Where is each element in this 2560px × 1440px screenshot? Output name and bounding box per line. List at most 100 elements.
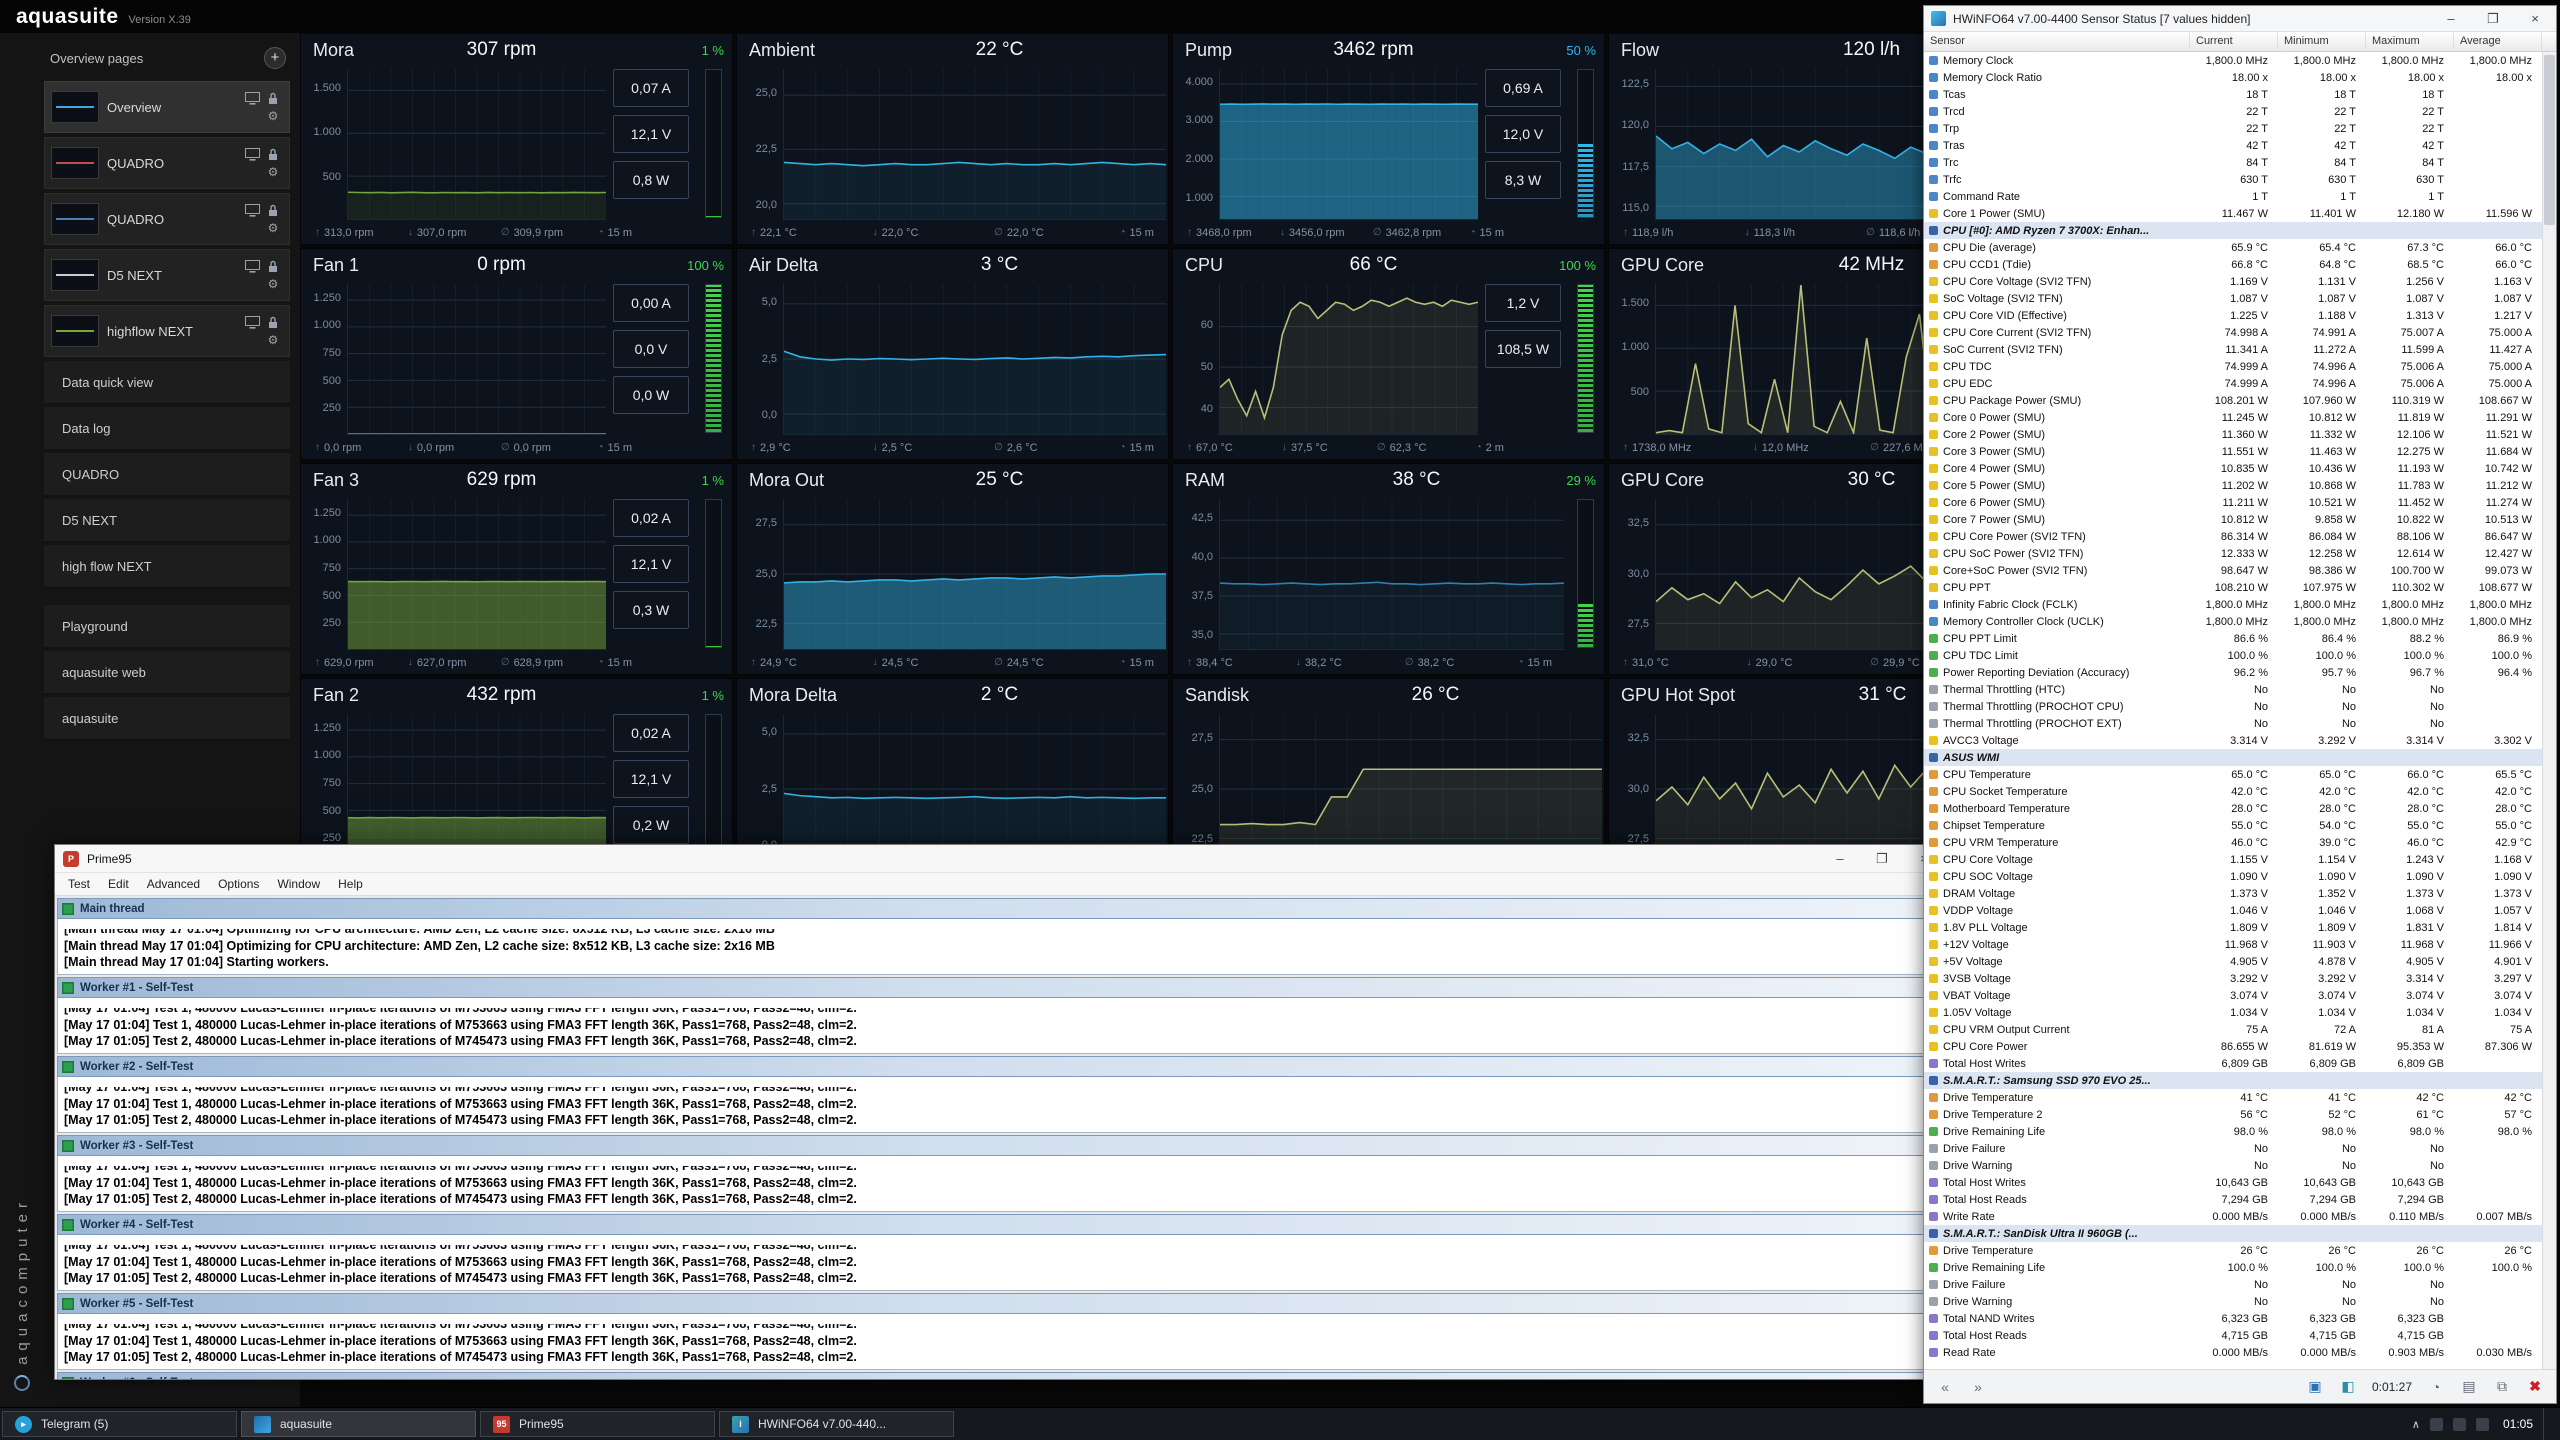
sensor-row-read-rate[interactable]: Read Rate0.000 MB/s0.000 MB/s0.903 MB/s0…: [1924, 1344, 2542, 1361]
sensor-row-drive-remaining-life[interactable]: Drive Remaining Life98.0 %98.0 %98.0 %98…: [1924, 1123, 2542, 1140]
taskbar-item-telegram-5[interactable]: ▸Telegram (5): [2, 1411, 237, 1437]
sensor-row-cpu-tdc-limit[interactable]: CPU TDC Limit100.0 %100.0 %100.0 %100.0 …: [1924, 647, 2542, 664]
sensor-row-drive-temperature[interactable]: Drive Temperature26 °C26 °C26 °C26 °C: [1924, 1242, 2542, 1259]
sensor-row-drive-warning[interactable]: Drive WarningNoNoNo: [1924, 1157, 2542, 1174]
sensor-row-cpu-core-voltage-svi2-tfn[interactable]: CPU Core Voltage (SVI2 TFN)1.169 V1.131 …: [1924, 273, 2542, 290]
maximize-button[interactable]: ❐: [2472, 6, 2514, 31]
maximize-button[interactable]: ❐: [1861, 845, 1903, 872]
sidebar-item-quadro[interactable]: QUADRO: [44, 453, 290, 497]
sensor-row-drive-remaining-life[interactable]: Drive Remaining Life100.0 %100.0 %100.0 …: [1924, 1259, 2542, 1276]
gear-icon[interactable]: ⚙: [265, 165, 281, 179]
prime95-titlebar[interactable]: P Prime95 – ❐ ×: [55, 845, 1945, 873]
sensor-row-trcd[interactable]: Trcd22 T22 T22 T: [1924, 103, 2542, 120]
sensor-row-drive-temperature[interactable]: Drive Temperature41 °C41 °C42 °C42 °C: [1924, 1089, 2542, 1106]
sensor-row-core-7-power-smu[interactable]: Core 7 Power (SMU)10.812 W9.858 W10.822 …: [1924, 511, 2542, 528]
sensor-row-thermal-throttling-prochot-cpu[interactable]: Thermal Throttling (PROCHOT CPU)NoNoNo: [1924, 698, 2542, 715]
prime95-child-titlebar[interactable]: Main thread: [57, 898, 1926, 919]
sensor-row-memory-clock[interactable]: Memory Clock1,800.0 MHz1,800.0 MHz1,800.…: [1924, 52, 2542, 69]
sensor-row-cpu-ppt-limit[interactable]: CPU PPT Limit86.6 %86.4 %88.2 %86.9 %: [1924, 630, 2542, 647]
sensor-row-core-4-power-smu[interactable]: Core 4 Power (SMU)10.835 W10.436 W11.193…: [1924, 460, 2542, 477]
gear-icon[interactable]: ⚙: [265, 277, 281, 291]
tray-chevron-icon[interactable]: ∧: [2412, 1418, 2420, 1431]
column-header-sensor[interactable]: Sensor: [1924, 32, 2190, 51]
menu-advanced[interactable]: Advanced: [138, 877, 209, 891]
sensor-row-tcas[interactable]: Tcas18 T18 T18 T: [1924, 86, 2542, 103]
sidebar-page-quadro[interactable]: QUADRO⚙: [44, 193, 290, 245]
sidebar-item-d5-next[interactable]: D5 NEXT: [44, 499, 290, 543]
sensor-row-core-0-power-smu[interactable]: Core 0 Power (SMU)11.245 W10.812 W11.819…: [1924, 409, 2542, 426]
sensor-row-total-nand-writes[interactable]: Total NAND Writes6,323 GB6,323 GB6,323 G…: [1924, 1310, 2542, 1327]
sensor-row-cpu-edc[interactable]: CPU EDC74.999 A74.996 A75.006 A75.000 A: [1924, 375, 2542, 392]
sensor-row-drive-warning[interactable]: Drive WarningNoNoNo: [1924, 1293, 2542, 1310]
sensor-row-core-2-power-smu[interactable]: Core 2 Power (SMU)11.360 W11.332 W12.106…: [1924, 426, 2542, 443]
prime95-child-titlebar[interactable]: Worker #4 - Self-Test: [57, 1214, 1926, 1235]
sensor-row-core-1-power-smu[interactable]: Core 1 Power (SMU)11.467 W11.401 W12.180…: [1924, 205, 2542, 222]
sensor-row-core-5-power-smu[interactable]: Core 5 Power (SMU)11.202 W10.868 W11.783…: [1924, 477, 2542, 494]
tray-icon[interactable]: [2476, 1418, 2489, 1431]
sensor-row-cpu-ccd1-tdie[interactable]: CPU CCD1 (Tdie)66.8 °C64.8 °C68.5 °C66.0…: [1924, 256, 2542, 273]
monitor-icon[interactable]: [244, 148, 260, 162]
hwinfo-scrollbar[interactable]: [2542, 52, 2556, 1369]
sensor-row-memory-clock-ratio[interactable]: Memory Clock Ratio18.00 x18.00 x18.00 x1…: [1924, 69, 2542, 86]
sidebar-item-data-quick-view[interactable]: Data quick view: [44, 361, 290, 405]
sensor-row-drive-failure[interactable]: Drive FailureNoNoNo: [1924, 1276, 2542, 1293]
sensor-row-cpu-die-average[interactable]: CPU Die (average)65.9 °C65.4 °C67.3 °C66…: [1924, 239, 2542, 256]
sensor-row-motherboard-temperature[interactable]: Motherboard Temperature28.0 °C28.0 °C28.…: [1924, 800, 2542, 817]
sensor-section-cpu-0-amd-ryzen-7-3700x-enhan[interactable]: CPU [#0]: AMD Ryzen 7 3700X: Enhan...: [1924, 222, 2542, 239]
sensor-row-cpu-core-current-svi2-tfn[interactable]: CPU Core Current (SVI2 TFN)74.998 A74.99…: [1924, 324, 2542, 341]
gear-icon[interactable]: ⚙: [265, 333, 281, 347]
menu-help[interactable]: Help: [329, 877, 372, 891]
prime95-child-titlebar[interactable]: Worker #2 - Self-Test: [57, 1056, 1926, 1077]
clock-icon[interactable]: ◔: [2423, 1374, 2449, 1400]
column-header-minimum[interactable]: Minimum: [2278, 32, 2366, 51]
close-sensors-icon[interactable]: ✖: [2522, 1374, 2548, 1400]
prime95-child-titlebar[interactable]: Worker #6 - Self-Test: [57, 1372, 1926, 1379]
sensor-row-cpu-core-voltage[interactable]: CPU Core Voltage1.155 V1.154 V1.243 V1.1…: [1924, 851, 2542, 868]
sensor-row-command-rate[interactable]: Command Rate1 T1 T1 T: [1924, 188, 2542, 205]
sidebar-page-d5-next[interactable]: D5 NEXT⚙: [44, 249, 290, 301]
monitor-icon[interactable]: [244, 316, 260, 330]
sensor-row-trc[interactable]: Trc84 T84 T84 T: [1924, 154, 2542, 171]
tray-icon[interactable]: [2430, 1418, 2443, 1431]
sidebar-page-quadro[interactable]: QUADRO⚙: [44, 137, 290, 189]
sidebar-item-aquasuite-web[interactable]: aquasuite web: [44, 651, 290, 695]
lock-icon[interactable]: [265, 148, 281, 162]
sensor-row-12v-voltage[interactable]: +12V Voltage11.968 V11.903 V11.968 V11.9…: [1924, 936, 2542, 953]
sensor-section-asus-wmi[interactable]: ASUS WMI: [1924, 749, 2542, 766]
monitor-icon[interactable]: ▣: [2302, 1374, 2328, 1400]
sensor-row-cpu-soc-voltage[interactable]: CPU SOC Voltage1.090 V1.090 V1.090 V1.09…: [1924, 868, 2542, 885]
column-header-average[interactable]: Average: [2454, 32, 2542, 51]
prime95-child-titlebar[interactable]: Worker #1 - Self-Test: [57, 977, 1926, 998]
sensor-row-cpu-package-power-smu[interactable]: CPU Package Power (SMU)108.201 W107.960 …: [1924, 392, 2542, 409]
tray-icon[interactable]: [2453, 1418, 2466, 1431]
sensor-row-cpu-ppt[interactable]: CPU PPT108.210 W107.975 W110.302 W108.67…: [1924, 579, 2542, 596]
sensor-row-thermal-throttling-htc[interactable]: Thermal Throttling (HTC)NoNoNo: [1924, 681, 2542, 698]
sensor-row-memory-controller-clock-uclk[interactable]: Memory Controller Clock (UCLK)1,800.0 MH…: [1924, 613, 2542, 630]
sensor-row-cpu-vrm-temperature[interactable]: CPU VRM Temperature46.0 °C39.0 °C46.0 °C…: [1924, 834, 2542, 851]
sensor-row-1-05v-voltage[interactable]: 1.05V Voltage1.034 V1.034 V1.034 V1.034 …: [1924, 1004, 2542, 1021]
sensor-row-core-soc-power-svi2-tfn[interactable]: Core+SoC Power (SVI2 TFN)98.647 W98.386 …: [1924, 562, 2542, 579]
sidebar-item-aquasuite[interactable]: aquasuite: [44, 697, 290, 741]
sensor-row-write-rate[interactable]: Write Rate0.000 MB/s0.000 MB/s0.110 MB/s…: [1924, 1208, 2542, 1225]
sensor-row-cpu-temperature[interactable]: CPU Temperature65.0 °C65.0 °C66.0 °C65.5…: [1924, 766, 2542, 783]
sensor-row-cpu-vrm-output-current[interactable]: CPU VRM Output Current75 A72 A81 A75 A: [1924, 1021, 2542, 1038]
sensor-row-1-8v-pll-voltage[interactable]: 1.8V PLL Voltage1.809 V1.809 V1.831 V1.8…: [1924, 919, 2542, 936]
minimize-button[interactable]: –: [1819, 845, 1861, 872]
sensor-row-core-6-power-smu[interactable]: Core 6 Power (SMU)11.211 W10.521 W11.452…: [1924, 494, 2542, 511]
menu-window[interactable]: Window: [268, 877, 329, 891]
column-header-maximum[interactable]: Maximum: [2366, 32, 2454, 51]
gradient-icon[interactable]: ◧: [2335, 1374, 2361, 1400]
menu-test[interactable]: Test: [59, 877, 99, 891]
gear-icon[interactable]: ⚙: [265, 221, 281, 235]
lock-icon[interactable]: [265, 204, 281, 218]
sensor-row-cpu-core-vid-effective[interactable]: CPU Core VID (Effective)1.225 V1.188 V1.…: [1924, 307, 2542, 324]
sidebar-page-highflow-next[interactable]: highflow NEXT⚙: [44, 305, 290, 357]
report-icon[interactable]: ▤: [2456, 1374, 2482, 1400]
copy-icon[interactable]: ⧉: [2489, 1374, 2515, 1400]
sensor-row-trp[interactable]: Trp22 T22 T22 T: [1924, 120, 2542, 137]
prime95-child-titlebar[interactable]: Worker #5 - Self-Test: [57, 1293, 1926, 1314]
sensor-row-total-host-reads[interactable]: Total Host Reads4,715 GB4,715 GB4,715 GB: [1924, 1327, 2542, 1344]
sensor-row-trfc[interactable]: Trfc630 T630 T630 T: [1924, 171, 2542, 188]
sensor-row-tras[interactable]: Tras42 T42 T42 T: [1924, 137, 2542, 154]
gear-icon[interactable]: ⚙: [265, 109, 281, 123]
